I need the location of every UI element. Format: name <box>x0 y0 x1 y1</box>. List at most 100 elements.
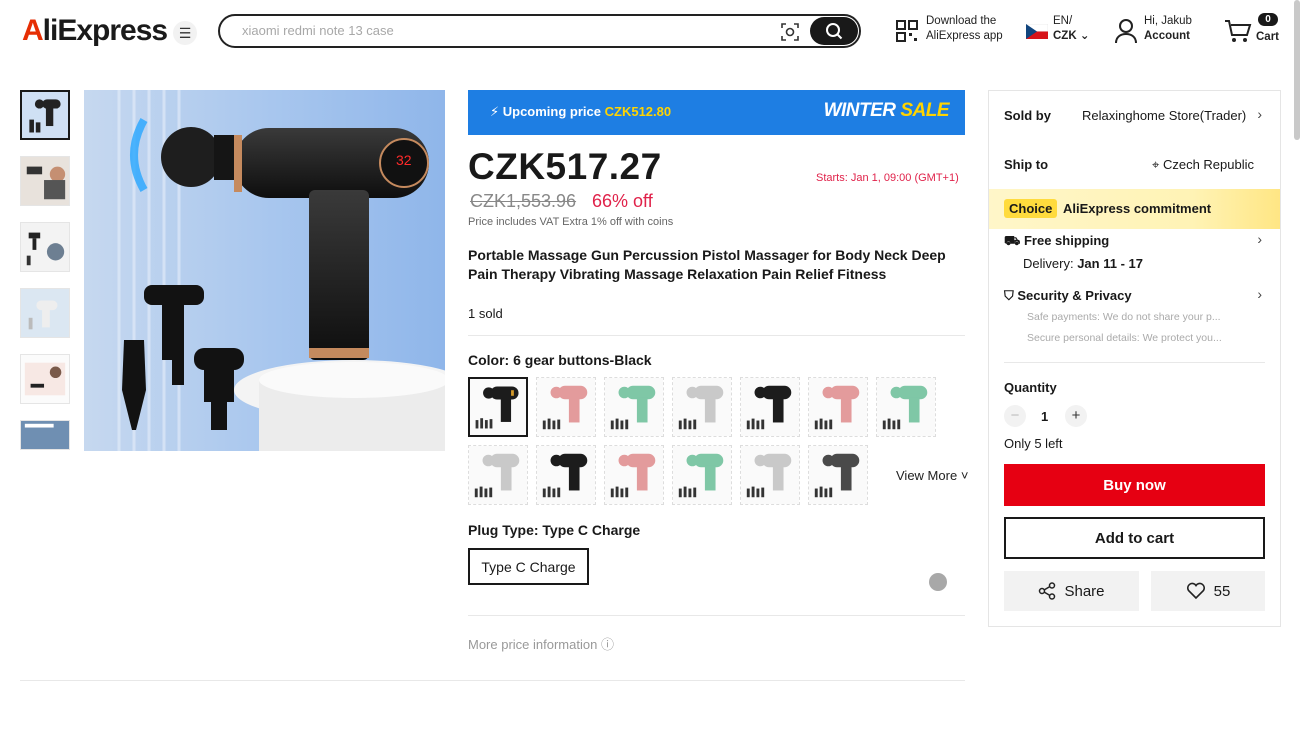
divider <box>468 615 965 616</box>
chevron-right-icon[interactable]: › <box>1257 106 1262 122</box>
sold-by-label: Sold by <box>1004 108 1051 123</box>
image-search-icon[interactable] <box>780 22 800 47</box>
info-icon: ⓘ <box>600 637 614 652</box>
color-swatch[interactable] <box>876 377 936 437</box>
color-swatch[interactable] <box>808 377 868 437</box>
search-icon <box>826 23 843 40</box>
language-label: EN/ <box>1053 15 1073 27</box>
logo-text: liExpress <box>42 14 168 47</box>
download-line1: Download the <box>926 15 997 27</box>
commitment-label: AliExpress commitment <box>1063 201 1212 216</box>
upcoming-price-banner[interactable]: ⚡ Upcoming price CZK512.80 WINTER SALE <box>468 90 965 135</box>
ship-to-country[interactable]: ⌖ Czech Republic <box>1152 157 1254 173</box>
share-button[interactable]: Share <box>1004 571 1139 611</box>
thumbnail-3[interactable] <box>20 222 70 272</box>
greeting-label: Hi, Jakub <box>1144 15 1192 27</box>
view-more-label: View More <box>896 468 958 483</box>
secure-details-note: Secure personal details: We protect you.… <box>1027 332 1222 344</box>
product-title: Portable Massage Gun Percussion Pistol M… <box>468 247 946 282</box>
stock-note: Only 5 left <box>1004 436 1063 451</box>
chevron-right-icon[interactable]: › <box>1257 231 1262 247</box>
country-label: Czech Republic <box>1162 157 1254 172</box>
purchase-panel: Sold by Relaxinghome Store(Trader) › Shi… <box>988 90 1281 627</box>
divider <box>1004 362 1265 363</box>
buy-now-button[interactable]: Buy now <box>1004 464 1265 506</box>
color-swatch[interactable] <box>740 377 800 437</box>
security-label: Security & Privacy <box>1017 288 1132 303</box>
truck-icon: ⛟ <box>1004 233 1021 248</box>
more-price-info-link[interactable]: More price information ⓘ <box>468 634 614 653</box>
account-menu[interactable]: Hi, Jakub Account <box>1144 14 1192 44</box>
free-shipping-row[interactable]: ⛟ Free shipping <box>1004 233 1109 251</box>
plug-option-type-c[interactable]: Type C Charge <box>468 548 589 585</box>
floating-dot[interactable] <box>929 573 947 591</box>
currency-label: CZK <box>1053 30 1077 42</box>
search-button[interactable] <box>810 17 858 45</box>
current-price: CZK517.27 <box>468 146 662 187</box>
delivery-dates: Jan 11 - 17 <box>1077 256 1143 271</box>
color-swatch[interactable] <box>672 445 732 505</box>
share-icon <box>1039 582 1056 600</box>
color-swatch[interactable] <box>536 377 596 437</box>
color-swatch[interactable] <box>808 445 868 505</box>
divider <box>20 680 965 681</box>
main-product-image[interactable]: 32 <box>84 90 445 451</box>
chevron-down-icon: ⌄ <box>1079 30 1090 42</box>
menu-icon[interactable]: ☰ <box>173 21 197 45</box>
choice-commitment-bar: Choice AliExpress commitment <box>989 189 1280 229</box>
store-link[interactable]: Relaxinghome Store(Trader) <box>1082 108 1246 123</box>
cart-icon[interactable] <box>1224 18 1252 44</box>
quantity-increase-button[interactable]: + <box>1065 405 1087 427</box>
safe-payments-note: Safe payments: We do not share your p... <box>1027 311 1221 323</box>
delivery-label: Delivery: <box>1023 256 1074 271</box>
page-scrollbar[interactable] <box>1294 0 1300 140</box>
czech-flag-icon <box>1026 24 1048 39</box>
chevron-right-icon[interactable]: › <box>1257 286 1262 302</box>
color-swatch[interactable] <box>536 445 596 505</box>
thumbnail-1[interactable] <box>20 90 70 140</box>
qr-code-icon[interactable] <box>896 20 918 42</box>
download-line2: AliExpress app <box>926 30 1003 42</box>
color-swatch[interactable] <box>468 377 528 437</box>
choice-tag: Choice <box>1004 199 1058 218</box>
language-currency-selector[interactable]: EN/ CZK ⌄ <box>1053 14 1089 44</box>
wishlist-button[interactable]: 55 <box>1151 571 1265 611</box>
color-swatch[interactable] <box>604 377 664 437</box>
discount-badge: 66% off <box>592 191 653 211</box>
quantity-decrease-button[interactable]: − <box>1004 405 1026 427</box>
thumbnail-6[interactable] <box>20 420 70 450</box>
location-pin-icon: ⌖ <box>1152 157 1160 172</box>
sold-count: 1 sold <box>468 306 503 321</box>
download-app-link[interactable]: Download the AliExpress app <box>926 14 1003 44</box>
security-privacy-row[interactable]: ⛉ Security & Privacy <box>1004 288 1132 304</box>
thumbnail-5[interactable] <box>20 354 70 404</box>
add-to-cart-button[interactable]: Add to cart <box>1004 517 1265 559</box>
user-icon[interactable] <box>1114 18 1138 44</box>
color-swatch[interactable] <box>604 445 664 505</box>
sale-start-time: Starts: Jan 1, 09:00 (GMT+1) <box>816 172 959 184</box>
quantity-value[interactable]: 1 <box>1041 409 1048 424</box>
color-swatch[interactable] <box>672 377 732 437</box>
thumbnail-2[interactable] <box>20 156 70 206</box>
upcoming-price-text: ⚡ Upcoming price CZK512.80 <box>490 104 672 119</box>
svg-text:32: 32 <box>396 152 412 168</box>
vat-note: Price includes VAT Extra 1% off with coi… <box>468 216 674 228</box>
account-label: Account <box>1144 30 1190 42</box>
shield-icon: ⛉ <box>1004 288 1014 303</box>
cart-label[interactable]: Cart <box>1256 30 1279 45</box>
ship-to-label: Ship to <box>1004 157 1049 172</box>
thumbnail-list <box>20 90 72 466</box>
search-input[interactable] <box>242 23 762 38</box>
delivery-info: Delivery: Jan 11 - 17 <box>1023 256 1143 271</box>
winter-sale-logo: WINTER SALE <box>823 100 950 121</box>
chevron-down-icon: ˅ <box>960 468 969 483</box>
color-swatch[interactable] <box>740 445 800 505</box>
more-info-label: More price information <box>468 637 598 652</box>
aliexpress-logo[interactable]: AliExpress <box>22 14 168 48</box>
free-shipping-label: Free shipping <box>1023 233 1110 248</box>
heart-icon <box>1186 582 1205 600</box>
thumbnail-4[interactable] <box>20 288 70 338</box>
color-swatch[interactable] <box>468 445 528 505</box>
color-label: Color: 6 gear buttons-Black <box>468 352 652 368</box>
view-more-button[interactable]: View More ˅ <box>896 468 968 483</box>
